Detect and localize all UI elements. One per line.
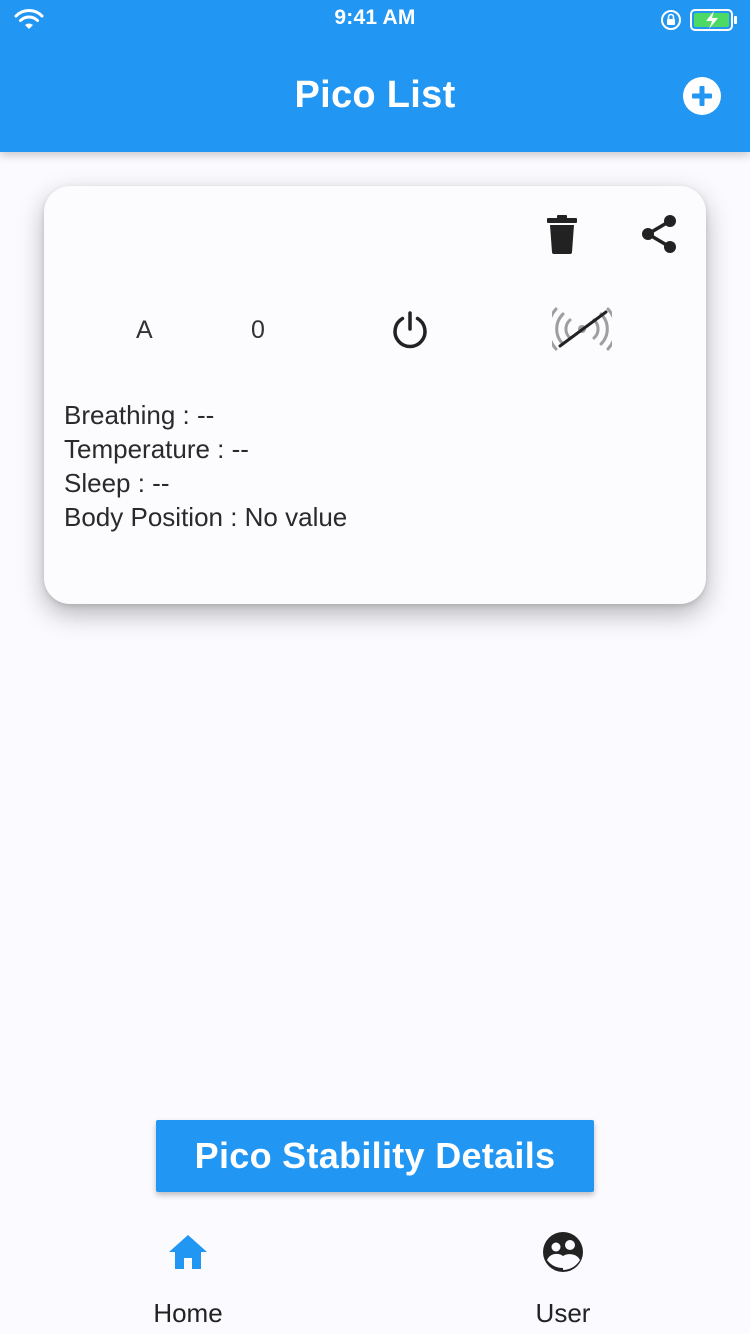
pico-stability-details-button[interactable]: Pico Stability Details xyxy=(156,1120,594,1192)
nav-label-home: Home xyxy=(153,1298,223,1328)
rotation-lock-icon xyxy=(661,10,681,30)
battery-charging-icon xyxy=(690,9,737,31)
home-icon xyxy=(169,1235,207,1269)
user-group-icon xyxy=(543,1232,583,1272)
pico-card[interactable]: A 0 Breathing : -- Temperature : -- Slee… xyxy=(44,186,706,604)
add-circle-icon[interactable] xyxy=(682,76,722,116)
device-name: A xyxy=(136,316,153,344)
share-icon[interactable] xyxy=(640,214,678,254)
readings-list: Breathing : -- Temperature : -- Sleep : … xyxy=(64,398,347,534)
status-time: 9:41 AM xyxy=(334,6,416,29)
nav-label-user: User xyxy=(535,1298,591,1328)
app-header: 9:41 AM Pico List xyxy=(0,0,750,152)
reading-breathing: Breathing : -- xyxy=(64,400,215,430)
signal-off-icon xyxy=(552,307,612,351)
page-title: Pico List xyxy=(294,74,456,116)
nav-item-user[interactable]: User xyxy=(483,1230,643,1329)
device-count: 0 xyxy=(251,316,265,344)
trash-icon[interactable] xyxy=(546,214,578,254)
reading-sleep: Sleep : -- xyxy=(64,468,170,498)
power-icon[interactable] xyxy=(390,310,430,350)
reading-body-position: Body Position : No value xyxy=(64,502,348,532)
nav-item-home[interactable]: Home xyxy=(108,1230,268,1329)
reading-temperature: Temperature : -- xyxy=(64,434,249,464)
